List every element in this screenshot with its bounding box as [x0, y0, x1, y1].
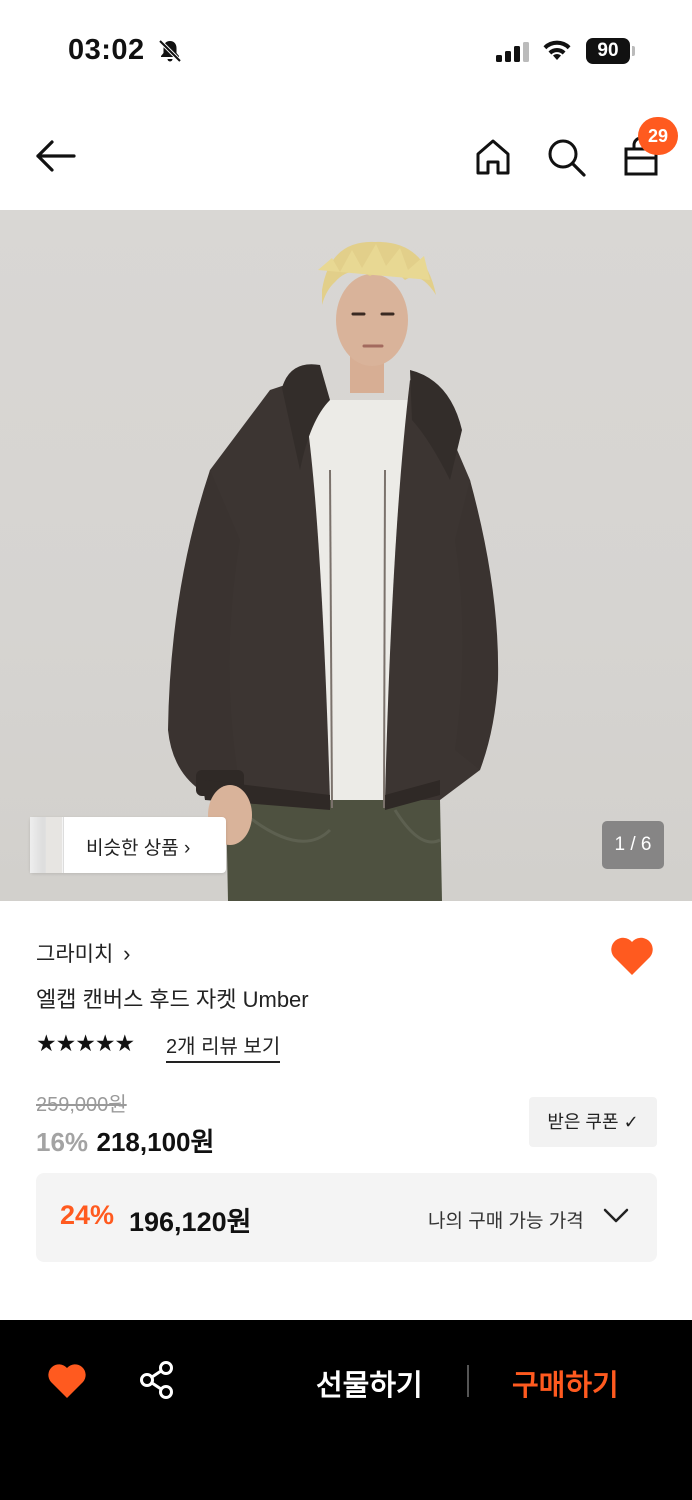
my-discount-percent: 24%	[60, 1200, 115, 1230]
heart-icon	[611, 937, 653, 975]
my-price-panel[interactable]: 24% 196,120원 나의 구매 가능 가격	[36, 1173, 657, 1262]
home-icon	[476, 139, 510, 175]
status-bar: 03:02 90	[0, 0, 692, 100]
like-button[interactable]	[609, 935, 655, 977]
brand-name: 그라미치	[36, 943, 114, 966]
search-icon	[548, 139, 586, 177]
product-image-carousel[interactable]: 비슷한 상품 › 1 / 6	[0, 210, 692, 901]
discount-percent: 16%	[36, 1127, 89, 1157]
my-price-label: 나의 구매 가능 가격	[428, 1211, 584, 1232]
cart-count-badge: 29	[638, 117, 678, 155]
share-button[interactable]	[138, 1360, 176, 1400]
gift-button[interactable]: 선물하기	[316, 1362, 423, 1404]
buy-button[interactable]: 구매하기	[512, 1362, 619, 1404]
original-price: 259,000원	[36, 1094, 127, 1116]
sale-price-row: 16% 218,100원	[36, 1122, 214, 1159]
bottom-like-button[interactable]	[47, 1362, 87, 1400]
coupon-label: 받은 쿠폰	[547, 1112, 619, 1132]
chevron-down-icon	[602, 1207, 630, 1230]
share-icon	[140, 1361, 173, 1399]
divider	[467, 1365, 469, 1397]
review-link[interactable]: 2개 리뷰 보기	[166, 1030, 281, 1063]
top-nav: 29	[0, 100, 692, 210]
check-icon: ✓	[623, 1112, 639, 1132]
chevron-right-icon: ›	[123, 941, 131, 966]
battery-icon: 90	[586, 38, 630, 64]
brand-link[interactable]: 그라미치 ›	[36, 938, 130, 968]
rating-stars-icon: ★★★★★	[36, 1030, 135, 1056]
similar-products-button[interactable]: 비슷한 상품 ›	[30, 817, 226, 873]
similar-product-thumbnail-2	[46, 817, 62, 873]
back-arrow-icon	[36, 140, 76, 172]
home-button[interactable]	[472, 136, 514, 178]
my-price: 196,120원	[129, 1207, 252, 1237]
search-button[interactable]	[545, 136, 587, 178]
battery-tip	[632, 46, 635, 56]
signal-icon	[496, 42, 530, 67]
image-page-indicator: 1 / 6	[602, 821, 664, 869]
product-title: 엘캡 캔버스 후드 자켓 Umber	[36, 987, 309, 1012]
received-coupon-button[interactable]: 받은 쿠폰 ✓	[529, 1097, 657, 1147]
product-photo	[168, 241, 499, 901]
bottom-action-bar: 선물하기 구매하기	[0, 1320, 692, 1500]
similar-products-label: 비슷한 상품 ›	[86, 838, 191, 859]
bell-muted-icon	[157, 38, 183, 69]
chevron-right-icon: ›	[183, 838, 191, 859]
sale-price: 218,100원	[96, 1127, 215, 1157]
back-button[interactable]	[32, 136, 80, 176]
status-time: 03:02	[68, 34, 145, 66]
wifi-icon	[542, 38, 572, 67]
heart-icon	[48, 1364, 86, 1398]
